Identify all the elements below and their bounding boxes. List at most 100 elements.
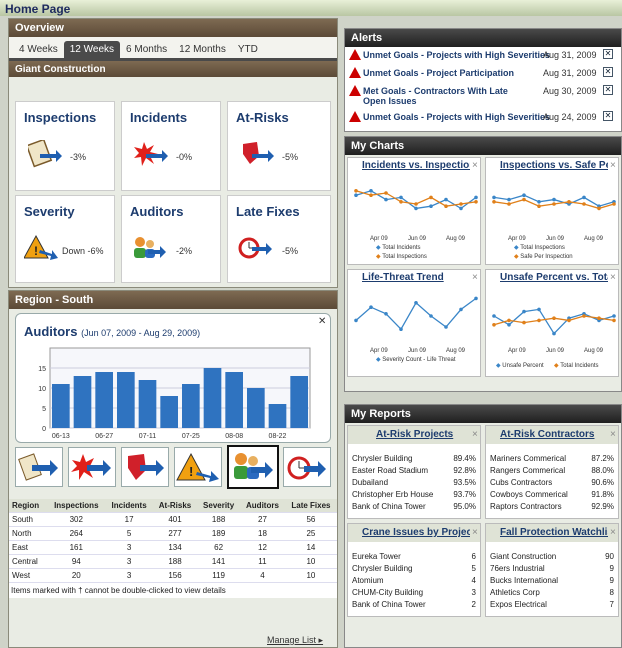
table-row[interactable]: Central 94 3 188 141 11 10 <box>9 554 337 569</box>
table-cell: North <box>9 526 48 541</box>
report-row[interactable]: Raptors Contractors 92.9% <box>490 502 616 511</box>
report-row[interactable]: Bank of China Tower 95.0% <box>352 502 478 511</box>
alert-item[interactable]: Unmet Goals - Project Participation Aug 3… <box>345 65 617 83</box>
report-row[interactable]: Eureka Tower 6 <box>352 552 478 561</box>
x-tick-label: Apr 09 <box>508 348 526 354</box>
alert-item[interactable]: Unmet Goals - Projects with High Severit… <box>345 109 617 127</box>
report-row[interactable]: Expos Electrical 7 <box>490 600 616 609</box>
strip-at-risks[interactable] <box>121 447 169 487</box>
report-row-value: 2 <box>471 600 476 609</box>
col-auditors[interactable]: Auditors <box>240 499 285 513</box>
series-point <box>444 325 448 329</box>
bar[interactable] <box>73 376 92 428</box>
bar[interactable] <box>95 372 113 428</box>
manage-list-link[interactable]: Manage List ▸ <box>267 635 323 646</box>
col-inspections[interactable]: Inspections <box>47 499 106 513</box>
report-row[interactable]: Giant Construction 90 <box>490 552 616 561</box>
report-row[interactable]: Atomium 4 <box>352 576 478 585</box>
tab-12-months[interactable]: 12 Months <box>173 41 232 58</box>
bar[interactable] <box>52 384 70 428</box>
report-row[interactable]: CHUM-City Building 3 <box>352 588 478 597</box>
close-icon[interactable]: × <box>472 527 478 538</box>
mini-chart-title[interactable]: Unsafe Percent vs. Total <box>500 272 608 283</box>
col-late-fixes[interactable]: Late Fixes <box>284 499 337 513</box>
bar[interactable] <box>138 380 157 428</box>
kpi-inspections[interactable]: Inspections -3% <box>15 101 115 191</box>
close-icon[interactable]: × <box>472 272 478 283</box>
report-row[interactable]: Mariners Commerical 87.2% <box>490 454 616 463</box>
mini-chart-card[interactable]: Unsafe Percent vs. Total × Apr 09 Jun 09 Aug… <box>485 269 619 377</box>
strip-severity[interactable]: ! <box>174 447 222 487</box>
expand-icon[interactable]: ✕ <box>318 316 326 327</box>
table-cell: 277 <box>152 526 198 541</box>
col-incidents[interactable]: Incidents <box>105 499 153 513</box>
mini-chart-card[interactable]: Inspections vs. Safe Per × Apr 09 Jun 09 Aug… <box>485 157 619 265</box>
report-row[interactable]: Christopher Erb House 93.7% <box>352 490 478 499</box>
dismiss-icon[interactable]: ✕ <box>603 67 613 77</box>
tab-6-months[interactable]: 6 Months <box>120 41 173 58</box>
bar[interactable] <box>160 396 178 428</box>
col-at-risks[interactable]: At-Risks <box>152 499 198 513</box>
close-icon[interactable]: × <box>610 272 616 283</box>
bar[interactable] <box>268 404 287 428</box>
report-row[interactable]: Dubailand 93.5% <box>352 478 478 487</box>
close-icon[interactable]: × <box>610 160 616 171</box>
report-row[interactable]: Cowboys Commerical 91.8% <box>490 490 616 499</box>
report-row[interactable]: Cubs Contractors 90.6% <box>490 478 616 487</box>
kpi-auditors[interactable]: Auditors -2% <box>121 195 221 283</box>
report-title[interactable]: Fall Protection Watchlist <box>500 527 608 538</box>
table-row[interactable]: South 302 17 401 188 27 56 <box>9 512 337 527</box>
report-row[interactable]: Athletics Corp 8 <box>490 588 616 597</box>
mini-chart-card[interactable]: Incidents vs. Inspections × Apr 09 Jun 09 Au… <box>347 157 481 265</box>
kpi-incidents[interactable]: Incidents -0% <box>121 101 221 191</box>
dismiss-icon[interactable]: ✕ <box>603 85 613 95</box>
report-row-value: 8 <box>609 588 614 597</box>
mini-chart-title[interactable]: Incidents vs. Inspections <box>362 160 470 171</box>
series-point <box>444 197 448 202</box>
dismiss-icon[interactable]: ✕ <box>603 49 613 59</box>
series-point <box>537 318 541 323</box>
strip-late-fixes[interactable] <box>283 447 331 487</box>
tab-ytd[interactable]: YTD <box>232 41 264 58</box>
bar[interactable] <box>225 372 243 428</box>
kpi-severity[interactable]: Severity ! Down -6% <box>15 195 115 283</box>
kpi-late-fixes[interactable]: Late Fixes -5% <box>227 195 331 283</box>
dismiss-icon[interactable]: ✕ <box>603 111 613 121</box>
col-region[interactable]: Region <box>9 499 48 513</box>
kpi-at-risks[interactable]: At-Risks -5% <box>227 101 331 191</box>
legend-entry: ◆ Severity Count - Life Threat <box>376 356 456 363</box>
table-row[interactable]: North 264 5 277 189 18 25 <box>9 526 337 541</box>
bar[interactable] <box>290 376 308 428</box>
tab-4-weeks[interactable]: 4 Weeks <box>13 41 64 58</box>
alert-item[interactable]: Unmet Goals - Projects with High Severit… <box>345 47 617 65</box>
report-row[interactable]: 76ers Industrial 9 <box>490 564 616 573</box>
bar[interactable] <box>203 368 222 428</box>
report-row[interactable]: Bank of China Tower 2 <box>352 600 478 609</box>
close-icon[interactable]: × <box>610 527 616 538</box>
bar[interactable] <box>247 388 265 428</box>
col-severity[interactable]: Severity <box>197 499 241 513</box>
strip-incidents[interactable] <box>68 447 116 487</box>
bar[interactable] <box>182 384 200 428</box>
report-row[interactable]: Easter Road Stadium 92.8% <box>352 466 478 475</box>
tab-12-weeks[interactable]: 12 Weeks <box>63 41 121 58</box>
report-row[interactable]: Chrysler Building 5 <box>352 564 478 573</box>
report-title[interactable]: At-Risk Projects <box>376 429 484 440</box>
report-row[interactable]: Bucks International 9 <box>490 576 616 585</box>
close-icon[interactable]: × <box>610 429 616 440</box>
table-row[interactable]: East 161 3 134 62 12 14 <box>9 540 337 555</box>
report-title[interactable]: Crane Issues by Project <box>362 527 470 538</box>
table-row[interactable]: West 20 3 156 119 4 10 <box>9 568 337 583</box>
mini-chart-title[interactable]: Life-Threat Trend <box>362 272 470 283</box>
close-icon[interactable]: × <box>472 429 478 440</box>
strip-auditors[interactable] <box>227 445 279 489</box>
mini-chart-title[interactable]: Inspections vs. Safe Per <box>500 160 608 171</box>
bar[interactable] <box>117 372 135 428</box>
report-title[interactable]: At-Risk Contractors <box>500 429 608 440</box>
report-row[interactable]: Rangers Commerical 88.0% <box>490 466 616 475</box>
close-icon[interactable]: × <box>472 160 478 171</box>
report-row[interactable]: Chrysler Building 89.4% <box>352 454 478 463</box>
strip-inspections[interactable] <box>15 447 63 487</box>
mini-chart-card[interactable]: Life-Threat Trend × Apr 09 Jun 09 Aug 09 ◆ Se… <box>347 269 481 377</box>
alert-item[interactable]: Met Goals - Contractors With Late Open I… <box>345 83 617 109</box>
